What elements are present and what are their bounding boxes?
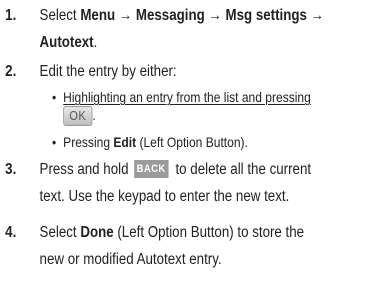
back-key-icon: BACK: [133, 159, 169, 178]
step-text: Edit the entry by either:: [39, 63, 177, 80]
step-text: Select: [39, 7, 81, 24]
step-line: Autotext.: [40, 29, 324, 56]
bullet-line: Highlighting an entry from the list and …: [63, 89, 311, 105]
step-body: Select Menu → Messaging → Msg settings →…: [40, 2, 324, 56]
bullet-text: Highlighting an entry from the list and …: [63, 88, 311, 106]
step-number: 1.: [5, 7, 17, 24]
step-line: Select Done (Left Option Button) to stor…: [39, 224, 305, 241]
edit-label: Edit: [113, 134, 137, 150]
menu-path-end: Autotext: [39, 34, 94, 51]
menu-path: Menu → Messaging → Msg settings →: [80, 7, 324, 24]
step-line: Select Menu → Messaging → Msg settings →: [40, 2, 324, 29]
step-body: Edit the entry by either:: [40, 58, 177, 85]
instruction-page: 1. Select Menu → Messaging → Msg setting…: [0, 0, 380, 302]
step-number: 4.: [5, 224, 17, 241]
bullet-text-end: .: [92, 107, 96, 123]
step-body: Press and hold BACK to delete all the cu…: [40, 156, 312, 210]
step-number: 3.: [5, 161, 17, 178]
step-line: Press and hold BACK to delete all the cu…: [39, 159, 312, 178]
bullet-text: Pressing Edit (Left Option Button).: [63, 134, 248, 150]
bullet-dot: •: [52, 89, 57, 105]
step-text: .: [93, 34, 98, 51]
ok-key-icon: OK: [63, 106, 93, 126]
step-number: 2.: [5, 63, 17, 80]
step-text: text. Use the keypad to enter the new te…: [39, 188, 290, 205]
step-text: new or modified Autotext entry.: [39, 251, 222, 268]
bullet-text: OK.: [63, 106, 96, 126]
done-label: Done: [80, 224, 114, 241]
bullet-dot: •: [52, 134, 57, 150]
step-body: Select Done (Left Option Button) to stor…: [40, 219, 305, 273]
